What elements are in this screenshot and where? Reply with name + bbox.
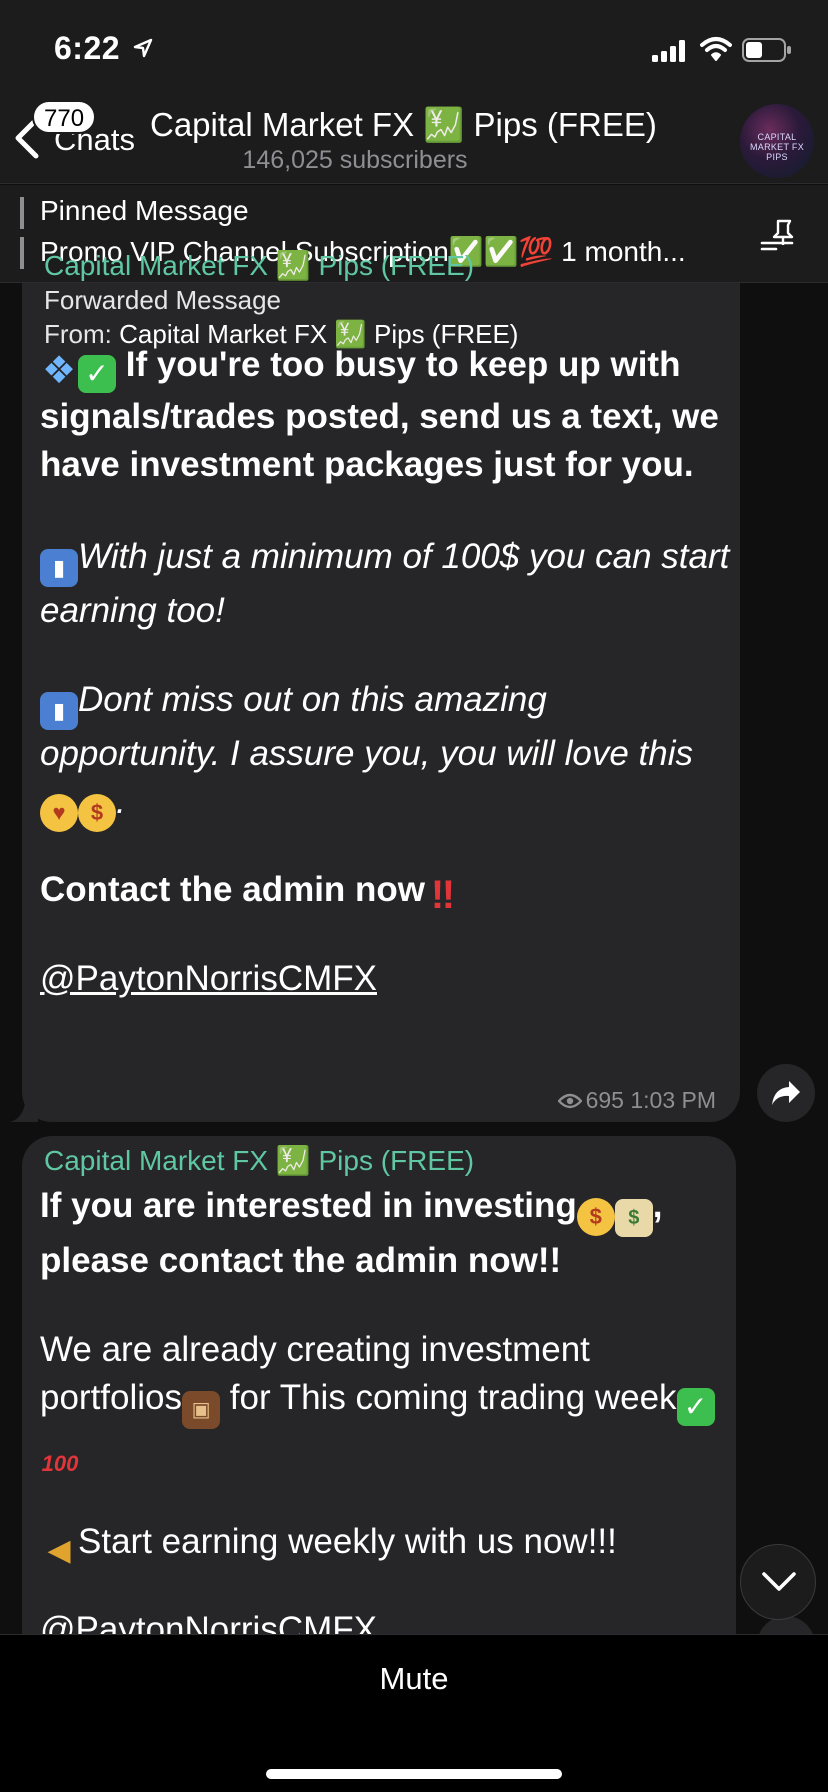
money-mouth-emoji-icon: $ [576, 1198, 615, 1236]
signal-bars-emoji-icon: ▮ [40, 692, 78, 730]
double-exclamation-emoji-icon: ‼ [430, 873, 456, 917]
subscriber-count: 146,025 subscribers [242, 146, 468, 174]
status-bar: 6:22 [0, 0, 828, 96]
check-mark-emoji-icon: ✓ [676, 1388, 715, 1426]
channel-title[interactable]: Capital Market FX 💹 Pips (FREE) [150, 106, 680, 145]
scroll-to-bottom-button[interactable] [740, 1544, 816, 1620]
share-arrow-icon [772, 1081, 800, 1105]
pin-list-icon[interactable] [756, 215, 798, 255]
message-meta: 695 1:03 PM [557, 1087, 716, 1114]
message-text: ▮ Dont miss out on this amazing opportuni… [40, 676, 730, 832]
telegram-channel-screen: 6:22 Chats 770 Capital Market FX 💹 Pips … [0, 0, 828, 1792]
home-indicator[interactable] [266, 1769, 562, 1779]
megaphone-emoji-icon: ◀ [47, 1534, 71, 1567]
forward-button[interactable] [757, 1064, 815, 1122]
views-eye-icon [557, 1093, 582, 1109]
battery-icon [742, 38, 791, 62]
wifi-icon [700, 37, 732, 61]
briefcase-emoji-icon: ▣ [182, 1391, 221, 1429]
check-mark-emoji-icon: ✓ [78, 355, 116, 393]
chat-header: Chats 770 Capital Market FX 💹 Pips (FREE… [0, 96, 828, 184]
admin-handle-link[interactable]: @PaytonNorrisCMFX [40, 959, 377, 999]
message-bubble[interactable]: Capital Market FX 💹 Pips (FREE) If you a… [22, 1136, 736, 1696]
pinned-title: Pinned Message [40, 195, 249, 226]
message-text: We are already creating investment portf… [40, 1326, 730, 1483]
money-mouth-emoji-icon: $ [78, 794, 116, 832]
view-count: 695 [585, 1087, 624, 1113]
message-sender[interactable]: Capital Market FX 💹 Pips (FREE) [44, 249, 474, 282]
signal-bars-emoji-icon: ▮ [40, 549, 78, 587]
hundred-points-emoji-icon: 100 [41, 1451, 79, 1476]
unread-count-badge: 770 [32, 100, 97, 134]
message-text: ◀ Start earning weekly with us now!!! [40, 1518, 730, 1570]
dollar-banknote-emoji-icon: $ [614, 1199, 653, 1237]
bubble-tail [10, 1092, 38, 1122]
pinned-indicator [20, 197, 24, 271]
message-time: 1:03 PM [630, 1087, 716, 1113]
message-text: ❖ ✓ If you're too busy to keep up with si… [40, 345, 719, 484]
message-bubble[interactable]: Capital Market FX 💹 Pips (FREE) Forwarde… [22, 250, 740, 1122]
chevron-down-icon [762, 1572, 796, 1591]
diamond-emoji-icon: ❖ [41, 350, 77, 392]
status-time: 6:22 [54, 30, 121, 66]
forwarded-label: Forwarded Message [44, 285, 281, 315]
channel-avatar[interactable]: CAPITAL MARKET FX PIPS [740, 104, 814, 178]
location-arrow-icon [133, 38, 153, 58]
message-text: Contact the admin now ‼ [40, 866, 730, 917]
message-sender[interactable]: Capital Market FX 💹 Pips (FREE) [44, 1144, 474, 1177]
bottom-bar: Mute [0, 1634, 828, 1792]
cellular-signal-icon [652, 40, 685, 62]
avatar-logo-text: CAPITAL MARKET FX PIPS [749, 132, 805, 162]
mute-button[interactable]: Mute [0, 1661, 828, 1697]
message-text: ▮ With just a minimum of 100$ you can sta… [40, 537, 730, 630]
message-text: If you are interested in investing $ $, pl… [40, 1186, 663, 1280]
heart-eyes-emoji-icon: ♥ [40, 794, 78, 832]
